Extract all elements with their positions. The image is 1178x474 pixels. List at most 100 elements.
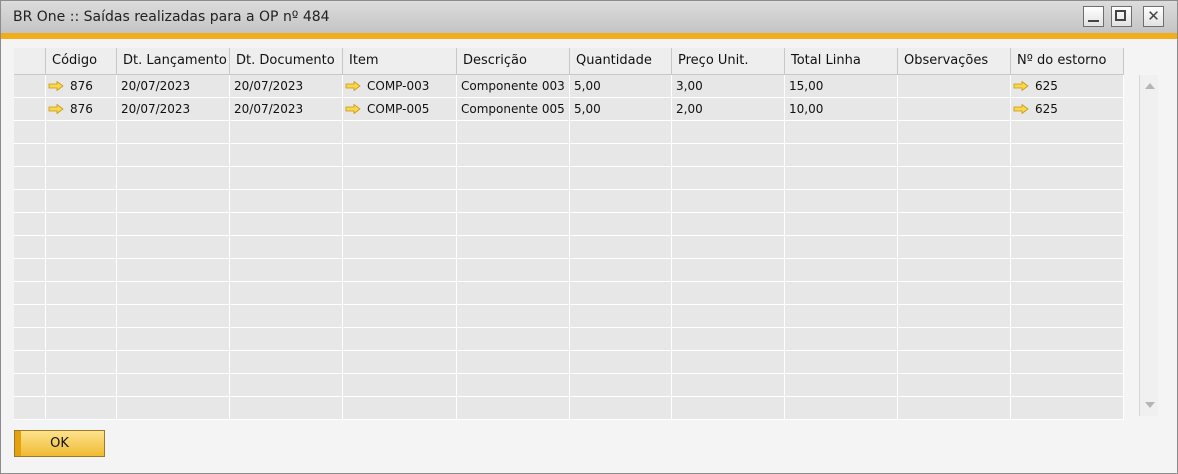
table-cell-quantidade[interactable] [570, 374, 672, 397]
table-cell-preco-unit[interactable]: 3,00 [672, 75, 785, 98]
table-cell-dt-documento[interactable] [230, 328, 343, 351]
table-cell-dt-lancamento[interactable] [117, 167, 230, 190]
table-cell-item[interactable]: COMP-005 [343, 98, 457, 121]
table-cell-observacoes[interactable] [898, 121, 1011, 144]
table-cell-dt-lancamento[interactable]: 20/07/2023 [117, 75, 230, 98]
table-cell-dt-documento[interactable] [230, 351, 343, 374]
column-header-preco-unit[interactable]: Preço Unit. [672, 48, 785, 75]
table-cell-total-linha[interactable] [785, 305, 898, 328]
table-cell-item[interactable] [343, 190, 457, 213]
column-header-dt-lancamento[interactable]: Dt. Lançamento [117, 48, 230, 75]
table-cell-estorno[interactable] [1011, 213, 1124, 236]
table-cell-observacoes[interactable] [898, 351, 1011, 374]
table-cell-total-linha[interactable] [785, 236, 898, 259]
row-selector[interactable] [14, 167, 46, 190]
close-button[interactable]: ✕ [1143, 6, 1164, 27]
table-cell-item[interactable] [343, 328, 457, 351]
table-cell-codigo[interactable] [46, 328, 117, 351]
table-cell-quantidade[interactable] [570, 351, 672, 374]
table-cell-descricao[interactable] [457, 351, 570, 374]
table-cell-preco-unit[interactable] [672, 397, 785, 420]
row-selector[interactable] [14, 75, 46, 98]
table-cell-dt-documento[interactable] [230, 397, 343, 420]
table-cell-preco-unit[interactable] [672, 305, 785, 328]
table-cell-codigo[interactable] [46, 374, 117, 397]
table-cell-codigo[interactable] [46, 282, 117, 305]
table-cell-preco-unit[interactable] [672, 121, 785, 144]
table-cell-descricao[interactable] [457, 328, 570, 351]
table-cell-observacoes[interactable] [898, 167, 1011, 190]
table-cell-preco-unit[interactable] [672, 236, 785, 259]
title-bar[interactable]: BR One :: Saídas realizadas para a OP nº… [1, 1, 1177, 33]
table-cell-estorno[interactable] [1011, 374, 1124, 397]
table-cell-dt-lancamento[interactable] [117, 259, 230, 282]
table-cell-quantidade[interactable] [570, 397, 672, 420]
table-cell-observacoes[interactable] [898, 144, 1011, 167]
link-arrow-icon[interactable] [1013, 104, 1029, 114]
column-header-total-linha[interactable]: Total Linha [785, 48, 898, 75]
table-cell-total-linha[interactable] [785, 144, 898, 167]
table-cell-observacoes[interactable] [898, 98, 1011, 121]
table-cell-descricao[interactable] [457, 190, 570, 213]
maximize-button[interactable] [1111, 6, 1132, 27]
table-cell-dt-documento[interactable] [230, 144, 343, 167]
table-cell-dt-lancamento[interactable] [117, 190, 230, 213]
scroll-up-icon[interactable] [1145, 83, 1155, 89]
column-header-item[interactable]: Item [343, 48, 457, 75]
table-cell-estorno[interactable] [1011, 305, 1124, 328]
table-cell-dt-documento[interactable] [230, 259, 343, 282]
column-header-dt-documento[interactable]: Dt. Documento [230, 48, 343, 75]
table-cell-dt-documento[interactable] [230, 236, 343, 259]
table-cell-item[interactable] [343, 397, 457, 420]
table-cell-observacoes[interactable] [898, 328, 1011, 351]
table-cell-estorno[interactable] [1011, 328, 1124, 351]
table-cell-total-linha[interactable] [785, 190, 898, 213]
table-cell-total-linha[interactable] [785, 397, 898, 420]
table-cell-observacoes[interactable] [898, 397, 1011, 420]
table-cell-descricao[interactable] [457, 282, 570, 305]
table-cell-estorno[interactable] [1011, 397, 1124, 420]
table-cell-descricao[interactable]: Componente 003 [457, 75, 570, 98]
row-selector[interactable] [14, 121, 46, 144]
table-cell-item[interactable] [343, 213, 457, 236]
table-cell-preco-unit[interactable] [672, 328, 785, 351]
table-cell-dt-lancamento[interactable] [117, 305, 230, 328]
table-cell-dt-lancamento[interactable] [117, 328, 230, 351]
table-cell-codigo[interactable] [46, 397, 117, 420]
table-cell-codigo[interactable] [46, 213, 117, 236]
table-cell-codigo[interactable]: 876 [46, 75, 117, 98]
row-selector[interactable] [14, 282, 46, 305]
table-cell-preco-unit[interactable] [672, 259, 785, 282]
table-cell-quantidade[interactable] [570, 259, 672, 282]
table-cell-dt-lancamento[interactable] [117, 351, 230, 374]
table-cell-descricao[interactable] [457, 259, 570, 282]
vertical-scrollbar[interactable] [1139, 75, 1158, 416]
column-header-observacoes[interactable]: Observações [898, 48, 1011, 75]
table-cell-preco-unit[interactable] [672, 167, 785, 190]
table-cell-estorno[interactable] [1011, 190, 1124, 213]
table-cell-total-linha[interactable] [785, 328, 898, 351]
row-selector[interactable] [14, 259, 46, 282]
table-cell-dt-lancamento[interactable] [117, 236, 230, 259]
link-arrow-icon[interactable] [345, 104, 361, 114]
table-cell-estorno[interactable] [1011, 351, 1124, 374]
table-cell-codigo[interactable] [46, 351, 117, 374]
table-cell-item[interactable]: COMP-003 [343, 75, 457, 98]
table-cell-codigo[interactable] [46, 121, 117, 144]
table-cell-dt-documento[interactable] [230, 374, 343, 397]
table-cell-estorno[interactable] [1011, 282, 1124, 305]
table-cell-total-linha[interactable] [785, 351, 898, 374]
minimize-button[interactable] [1083, 6, 1104, 27]
table-cell-quantidade[interactable] [570, 144, 672, 167]
table-cell-item[interactable] [343, 282, 457, 305]
table-cell-quantidade[interactable] [570, 328, 672, 351]
row-header-corner[interactable] [14, 48, 46, 75]
table-cell-dt-documento[interactable] [230, 213, 343, 236]
table-cell-preco-unit[interactable] [672, 190, 785, 213]
table-cell-observacoes[interactable] [898, 190, 1011, 213]
row-selector[interactable] [14, 213, 46, 236]
table-cell-dt-documento[interactable]: 20/07/2023 [230, 75, 343, 98]
column-header-estorno[interactable]: Nº do estorno [1011, 48, 1124, 75]
row-selector[interactable] [14, 144, 46, 167]
table-cell-dt-lancamento[interactable] [117, 121, 230, 144]
